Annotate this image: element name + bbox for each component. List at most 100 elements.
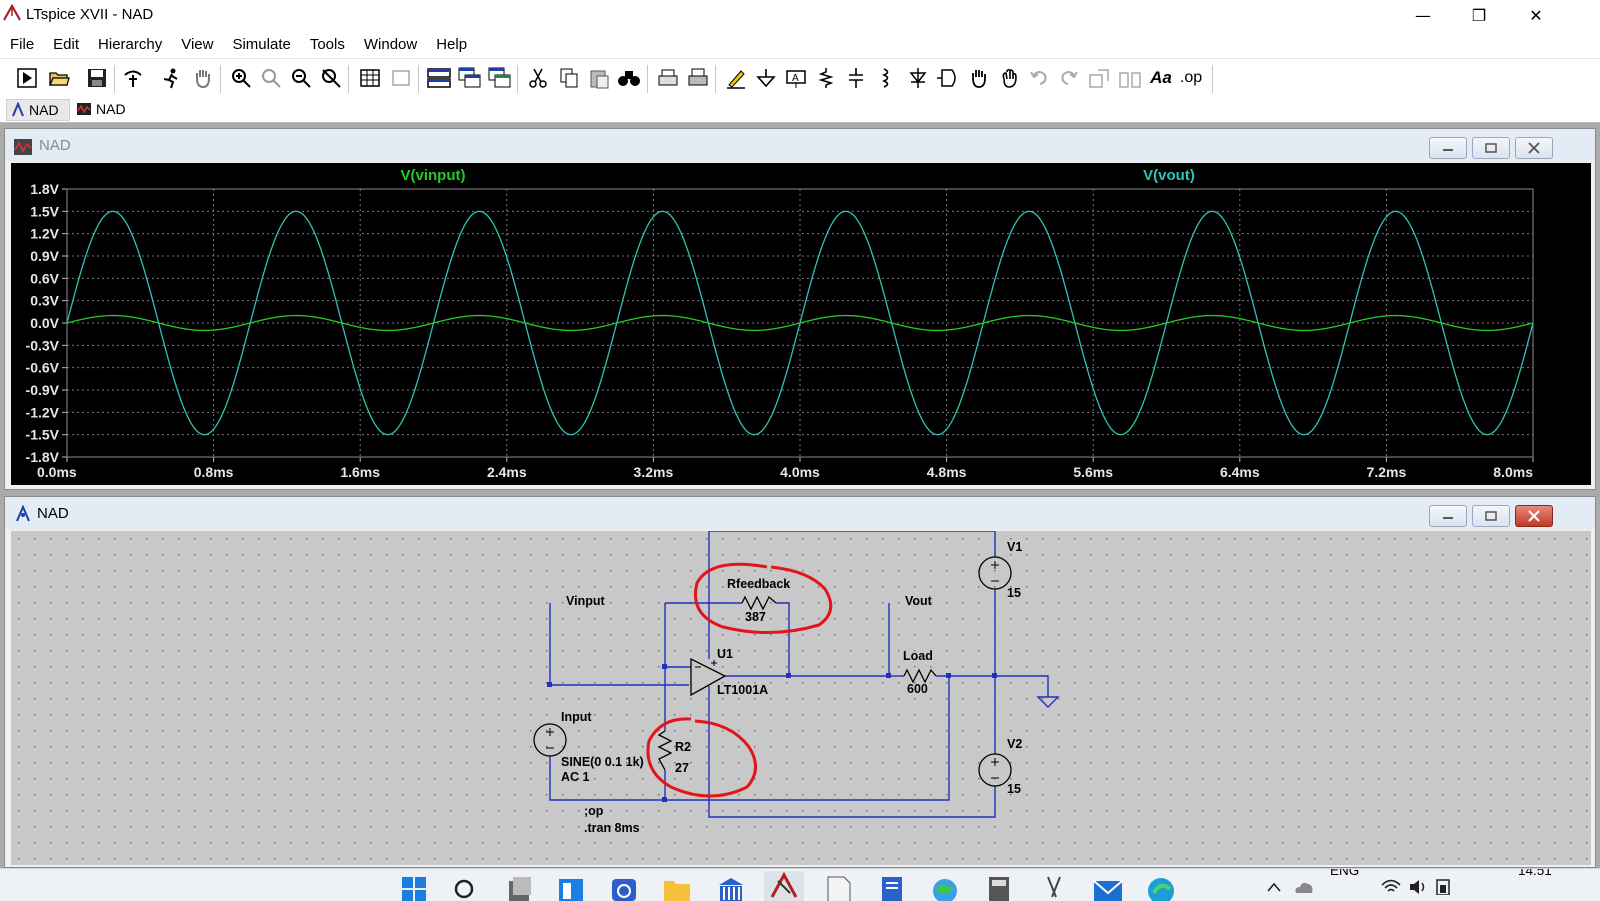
pencil-icon[interactable] <box>723 65 749 91</box>
label-rfeedback-value: 387 <box>745 610 766 624</box>
y-tick-label: -1.8V <box>26 449 60 465</box>
plot-close-button[interactable] <box>1515 137 1553 159</box>
notes-icon[interactable] <box>878 875 908 901</box>
tab-waveform[interactable]: NAD <box>72 99 134 119</box>
task-view-icon[interactable] <box>505 875 535 901</box>
toolbar: A Aa .op <box>0 58 1600 98</box>
undo-icon[interactable] <box>1026 65 1052 91</box>
control-panel-icon[interactable] <box>120 65 146 91</box>
ltspice-icon[interactable] <box>764 871 804 901</box>
label-icon[interactable]: A <box>783 65 809 91</box>
pan-icon[interactable] <box>190 65 216 91</box>
x-tick-label: 6.4ms <box>1220 464 1260 480</box>
capacitor-icon[interactable] <box>843 65 869 91</box>
tile-vertical-icon[interactable] <box>487 65 513 91</box>
cut-icon[interactable] <box>525 65 551 91</box>
label-v2-value: 15 <box>1007 782 1021 796</box>
open-icon[interactable] <box>46 65 72 91</box>
mail-icon[interactable] <box>1092 875 1123 901</box>
calculator-icon[interactable] <box>985 875 1015 901</box>
battery-icon[interactable] <box>1434 877 1454 900</box>
waveform-icon <box>77 103 91 115</box>
y-tick-label: -0.3V <box>26 337 60 353</box>
copy-icon[interactable] <box>556 65 582 91</box>
run-icon[interactable] <box>14 65 40 91</box>
text-icon[interactable]: Aa <box>1148 65 1174 91</box>
close-button[interactable]: ✕ <box>1508 0 1564 30</box>
tab-schematic[interactable]: NAD <box>6 99 70 121</box>
plot-maximize-button[interactable] <box>1472 137 1510 159</box>
language-indicator[interactable]: ENG <box>1330 869 1359 878</box>
schematic-canvas[interactable]: Vinput Vout Rfeedback 387 U1 LT1001A Loa… <box>11 531 1591 865</box>
volume-icon[interactable] <box>1408 877 1428 900</box>
schematic-close-button[interactable] <box>1515 505 1553 527</box>
wifi-icon[interactable] <box>1380 877 1402 900</box>
menu-edit[interactable]: Edit <box>44 36 88 53</box>
tab-schematic-label: NAD <box>29 102 59 118</box>
zoom-full-icon[interactable] <box>258 65 284 91</box>
search-icon[interactable] <box>452 875 482 901</box>
paste-icon[interactable] <box>586 65 612 91</box>
menu-hierarchy[interactable]: Hierarchy <box>89 36 171 53</box>
clock[interactable]: 14:51 <box>1518 869 1552 878</box>
tray-up-icon[interactable] <box>1264 879 1284 900</box>
zoom-in-icon[interactable] <box>228 65 254 91</box>
resistor-icon[interactable] <box>813 65 839 91</box>
component-icon[interactable] <box>935 65 961 91</box>
edge-icon[interactable] <box>1146 875 1176 901</box>
menu-view[interactable]: View <box>172 36 222 53</box>
spice-directive-icon[interactable]: .op <box>1178 65 1204 91</box>
mdi-area: NAD 1.8V 1.5V 1.2V 0.9V 0.6V 0.3V 0.0V -0.3V -0.… <box>0 123 1600 868</box>
label-vout: Vout <box>905 594 933 608</box>
menu-simulate[interactable]: Simulate <box>223 36 299 53</box>
save-icon[interactable] <box>84 65 110 91</box>
autorange-icon[interactable] <box>357 65 383 91</box>
plot-minimize-button[interactable] <box>1429 137 1467 159</box>
menu-window[interactable]: Window <box>355 36 426 53</box>
move-icon[interactable] <box>966 65 992 91</box>
grid-icon[interactable] <box>388 65 414 91</box>
scissors-icon[interactable] <box>1040 875 1070 901</box>
label-r2-value: 27 <box>675 761 689 775</box>
directive-tran[interactable]: .tran 8ms <box>584 821 640 835</box>
print-setup-icon[interactable] <box>685 65 711 91</box>
drag-icon[interactable] <box>996 65 1022 91</box>
bank-icon[interactable] <box>716 875 746 901</box>
inductor-icon[interactable] <box>873 65 899 91</box>
diode-icon[interactable] <box>905 65 931 91</box>
start-icon[interactable] <box>400 875 430 901</box>
taskbar: ENG 14:51 <box>0 868 1600 901</box>
cascade-icon[interactable] <box>457 65 483 91</box>
y-tick-label: 0.6V <box>30 270 59 286</box>
waveform-icon <box>14 139 32 155</box>
schematic-window-title: NAD <box>37 505 69 522</box>
tile-horizontal-icon[interactable] <box>426 65 452 91</box>
zoom-out-icon[interactable] <box>288 65 314 91</box>
notepad-icon[interactable] <box>824 875 854 901</box>
mirror-icon[interactable] <box>1117 65 1143 91</box>
menu-file[interactable]: File <box>1 36 43 53</box>
menu-help[interactable]: Help <box>427 36 476 53</box>
minimize-button[interactable]: — <box>1395 0 1451 30</box>
restore-button[interactable]: ❐ <box>1451 0 1507 30</box>
menu-tools[interactable]: Tools <box>301 36 354 53</box>
zoom-cancel-icon[interactable] <box>318 65 344 91</box>
widgets-icon[interactable] <box>557 875 587 901</box>
schematic-maximize-button[interactable] <box>1472 505 1510 527</box>
browser-icon[interactable] <box>930 875 960 901</box>
find-icon[interactable] <box>616 65 642 91</box>
print-icon[interactable] <box>655 65 681 91</box>
chat-icon[interactable] <box>610 875 640 901</box>
window-title: LTspice XVII - NAD <box>26 6 154 23</box>
rotate-icon[interactable] <box>1087 65 1113 91</box>
waveform-plot[interactable]: 1.8V 1.5V 1.2V 0.9V 0.6V 0.3V 0.0V -0.3V -0.6V -0… <box>11 163 1591 485</box>
schematic-minimize-button[interactable] <box>1429 505 1467 527</box>
run-sim-icon[interactable] <box>158 65 184 91</box>
file-explorer-icon[interactable] <box>662 875 692 901</box>
ground-icon[interactable] <box>753 65 779 91</box>
directive-op[interactable]: ;op <box>584 804 604 818</box>
legend-vout: V(vout) <box>1143 167 1195 184</box>
redo-icon[interactable] <box>1056 65 1082 91</box>
y-tick-label: 0.9V <box>30 248 59 264</box>
cloud-icon[interactable] <box>1292 877 1316 900</box>
